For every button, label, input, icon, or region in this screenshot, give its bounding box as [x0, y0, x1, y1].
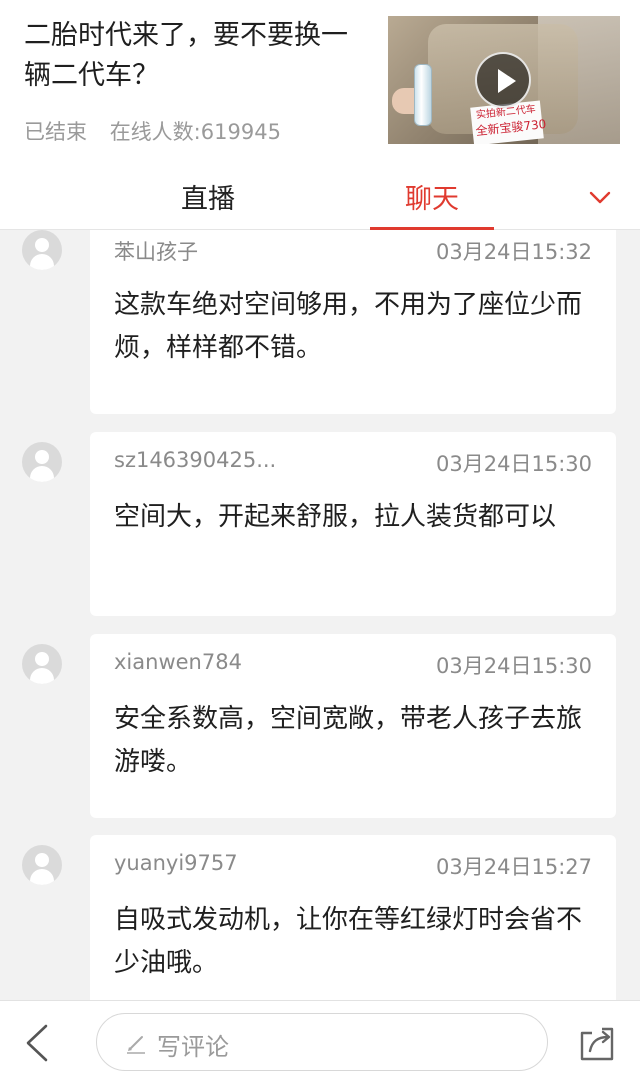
bottom-bar: 写评论 [0, 1000, 640, 1081]
chevron-down-icon[interactable] [589, 186, 611, 208]
avatar[interactable] [22, 644, 62, 684]
video-thumbnail[interactable]: 实拍新二代车 全新宝骏730 [388, 16, 620, 144]
message-username[interactable]: sz146390425... [114, 448, 276, 472]
message-time: 03月24日15:27 [436, 855, 592, 879]
message-text: 自吸式发动机，让你在等红绿灯时会省不少油哦。 [114, 905, 583, 978]
message-text: 安全系数高，空间宽敞，带老人孩子去旅游喽。 [114, 704, 583, 777]
tab-bar: 直播 聊天 [0, 170, 640, 230]
avatar[interactable] [22, 230, 62, 270]
tab-chat[interactable]: 聊天 [370, 178, 494, 222]
message-time: 03月24日15:32 [436, 240, 592, 264]
message-text: 这款车绝对空间够用，不用为了座位少而烦，样样都不错。 [114, 290, 583, 363]
comment-input[interactable]: 写评论 [96, 1013, 548, 1071]
message-username[interactable]: yuanyi9757 [114, 851, 238, 875]
message-time: 03月24日15:30 [436, 654, 592, 678]
comment-placeholder: 写评论 [157, 1033, 229, 1061]
live-meta: 已结束 在线人数:619945 [24, 116, 297, 146]
message-text: 空间大，开起来舒服，拉人装货都可以 [114, 502, 557, 532]
avatar[interactable] [22, 845, 62, 885]
header: 二胎时代来了，要不要换一辆二代车？ 已结束 在线人数:619945 实拍新二代车… [0, 0, 640, 170]
message-time: 03月24日15:30 [436, 452, 592, 476]
thumbnail-bottle [414, 64, 432, 126]
message-username[interactable]: 苯山孩子 [114, 236, 198, 266]
live-page: 二胎时代来了，要不要换一辆二代车？ 已结束 在线人数:619945 实拍新二代车… [0, 0, 640, 1081]
tab-live[interactable]: 直播 [148, 178, 268, 222]
online-count: 在线人数:619945 [109, 120, 281, 144]
message-card: yuanyi9757 03月24日15:27 自吸式发动机，让你在等红绿灯时会省… [90, 835, 616, 1000]
back-icon[interactable] [22, 1023, 52, 1063]
page-title: 二胎时代来了，要不要换一辆二代车？ [24, 20, 348, 91]
status-label: 已结束 [24, 120, 87, 144]
message-card: sz146390425... 03月24日15:30 空间大，开起来舒服，拉人装… [90, 432, 616, 616]
pen-icon [127, 1036, 145, 1054]
share-icon[interactable] [578, 1023, 618, 1063]
message-card: 苯山孩子 03月24日15:32 这款车绝对空间够用，不用为了座位少而烦，样样都… [90, 230, 616, 414]
play-icon[interactable] [475, 52, 531, 108]
avatar[interactable] [22, 442, 62, 482]
chat-list[interactable]: 苯山孩子 03月24日15:32 这款车绝对空间够用，不用为了座位少而烦，样样都… [0, 230, 640, 1000]
message-username[interactable]: xianwen784 [114, 650, 242, 674]
message-card: xianwen784 03月24日15:30 安全系数高，空间宽敞，带老人孩子去… [90, 634, 616, 818]
